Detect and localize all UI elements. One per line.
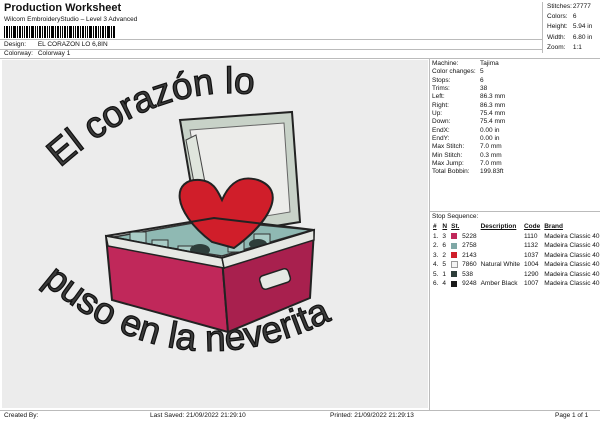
last-saved: Last Saved: 21/09/2022 21:29:10: [150, 412, 246, 419]
param-row: Up: 75.4 mm: [432, 110, 506, 118]
table-row: 5. 1 538 1290 Madeira Classic 40: [433, 270, 600, 278]
color-swatch: [451, 280, 458, 287]
created-by: Created By:: [4, 412, 39, 419]
color-swatch: [451, 252, 458, 259]
param-row: Stops: 6: [432, 76, 484, 84]
stop-sequence-table: # N St. Description Code Brand 1. 3 5228 …: [431, 222, 600, 289]
stat-colors: Colors: 6: [547, 13, 577, 21]
color-swatch: [451, 242, 458, 249]
table-header: # N St. Description Code Brand: [433, 223, 563, 231]
barcode: [4, 26, 115, 38]
colorway-row: Colorway: Colorway 1: [4, 50, 70, 57]
design-name: EL CORAZON LO 6,8IN: [37, 41, 108, 48]
divider: [0, 410, 600, 411]
param-row: EndX: 0.00 in: [432, 126, 500, 134]
divider: [430, 211, 600, 212]
divider: [0, 58, 600, 59]
color-swatch: [451, 261, 459, 269]
embroidery-design: El corazón lo puso en la neverita: [36, 59, 336, 359]
divider: [0, 49, 542, 50]
design-label: Design:: [4, 41, 27, 48]
machine-params: Machine: Tajima Color changes: 5 Stops: 6 T…: [432, 60, 505, 177]
colorway-name: Colorway 1: [37, 50, 71, 57]
software-subtitle: Wilcom EmbroideryStudio – Level 3 Advanc…: [4, 16, 138, 23]
table-row: 1. 3 5228 1110 Madeira Classic 40: [433, 232, 600, 240]
stat-stitches: Stitches: 27777: [547, 3, 591, 10]
param-row: Max Jump: 7.0 mm: [432, 160, 502, 168]
stop-sequence-heading: Stop Sequence:: [432, 213, 479, 220]
divider: [0, 39, 542, 40]
table-row: 4. 5 7860 Natural White 1004 Madeira Classi…: [433, 261, 600, 269]
param-row: Min Stitch: 0.3 mm: [432, 151, 502, 159]
param-row: Total Bobbin: 199.83ft: [432, 168, 504, 176]
param-row: Machine: Tajima: [432, 60, 499, 67]
param-row: Down: 75.4 mm: [432, 118, 506, 126]
page-number: Page 1 of 1: [555, 412, 589, 419]
stat-height: Height: 5.94 in: [547, 23, 593, 31]
worksheet-title: Production Worksheet: [4, 2, 122, 14]
stats-panel: Stitches: 27777 Colors: 6 Height: 5.94 i…: [542, 2, 593, 54]
param-row: Trims: 38: [432, 85, 488, 93]
color-swatch: [451, 271, 458, 278]
table-row: 6. 4 9248 Amber Black 1007 Madeira Classic …: [433, 280, 600, 288]
printed-date: Printed: 21/09/2022 21:29:13: [330, 412, 414, 419]
divider: [429, 58, 430, 410]
table-row: 3. 2 2143 1037 Madeira Classic 40: [433, 251, 600, 259]
param-row: Right: 86.3 mm: [432, 101, 506, 109]
param-row: Left: 86.3 mm: [432, 93, 506, 101]
design-row: Design: EL CORAZON LO 6,8IN: [4, 41, 108, 48]
table-row: 2. 6 2758 1132 Madeira Classic 40: [433, 242, 600, 250]
stat-zoom: Zoom: 1:1: [547, 43, 582, 51]
stat-width: Width: 6.80 in: [547, 33, 593, 41]
param-row: EndY: 0.00 in: [432, 135, 500, 143]
design-preview: El corazón lo puso en la neverita: [2, 59, 428, 408]
param-row: Max Stitch: 7.0 mm: [432, 143, 502, 151]
color-swatch: [451, 233, 458, 240]
colorway-label: Colorway:: [4, 50, 33, 57]
param-row: Color changes: 5: [432, 68, 484, 76]
